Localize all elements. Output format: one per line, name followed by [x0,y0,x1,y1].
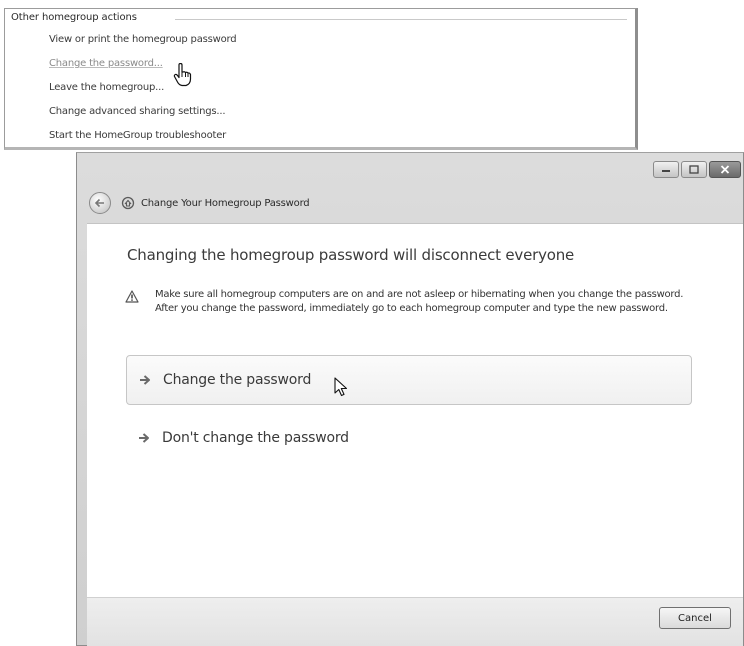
back-button[interactable] [89,192,111,214]
option-label: Don't change the password [162,430,349,446]
minimize-icon [662,169,670,172]
maximize-button[interactable] [681,161,707,178]
dialog-title: Change Your Homegroup Password [141,197,310,209]
advanced-sharing-settings-link[interactable]: Change advanced sharing settings... [49,106,226,117]
dialog-content: Changing the homegroup password will dis… [87,223,743,598]
mouse-pointer-icon [334,377,348,397]
dont-change-password-option[interactable]: Don't change the password [126,416,692,460]
troubleshooter-link[interactable]: Start the HomeGroup troubleshooter [49,130,226,141]
change-password-dialog: Change Your Homegroup Password Changing … [76,152,744,646]
maximize-icon [689,165,699,174]
navigation-bar: Change Your Homegroup Password [89,191,310,215]
main-heading: Changing the homegroup password will dis… [127,246,575,264]
hand-pointer-cursor-icon [173,63,192,87]
option-label: Change the password [163,372,312,388]
window-controls [653,161,741,178]
leave-homegroup-link[interactable]: Leave the homegroup... [49,82,164,93]
arrow-right-icon [137,371,155,389]
cancel-button[interactable]: Cancel [659,607,731,629]
view-print-password-link[interactable]: View or print the homegroup password [49,34,237,45]
change-password-link[interactable]: Change the password... [49,58,163,69]
homegroup-icon [121,196,135,210]
change-password-option[interactable]: Change the password [126,355,692,405]
back-arrow-icon [94,198,104,208]
close-icon [720,165,730,174]
arrow-right-icon [136,429,154,447]
close-button[interactable] [709,161,741,178]
homegroup-actions-panel: Other homegroup actions View or print th… [4,8,638,150]
section-divider [175,19,627,20]
section-title: Other homegroup actions [11,12,141,23]
dialog-footer: Cancel [87,597,743,646]
warning-message: Make sure all homegroup computers are on… [155,289,684,314]
minimize-button[interactable] [653,161,679,178]
warning-icon [125,290,139,303]
